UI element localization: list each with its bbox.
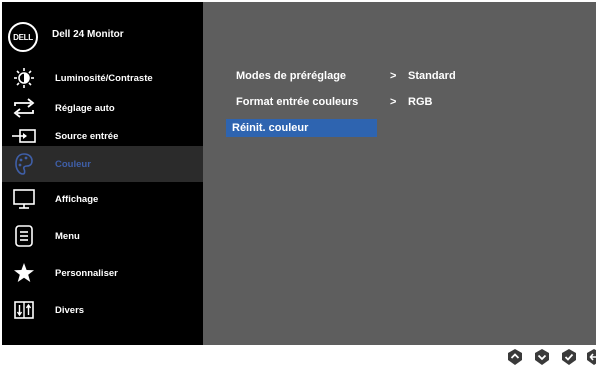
back-button-icon[interactable] xyxy=(586,348,596,366)
logo-text: DELL xyxy=(13,32,33,42)
submenu-panel: Modes de préréglage > Standard Format en… xyxy=(203,2,596,345)
submenu-arrow: > xyxy=(390,96,397,108)
star-icon xyxy=(11,260,37,286)
display-icon xyxy=(11,186,37,212)
submenu-arrow: > xyxy=(390,70,397,82)
menu-item-menu[interactable]: Menu xyxy=(2,218,203,254)
osd-header: DELL Dell 24 Monitor xyxy=(2,2,203,58)
submenu-item-value: RGB xyxy=(408,96,433,108)
sidebar: DELL Dell 24 Monitor Luminosité/Contrast… xyxy=(2,2,203,345)
menu-item-color[interactable]: Couleur xyxy=(2,146,203,182)
monitor-control-buttons xyxy=(0,348,596,366)
submenu-item-label: Modes de préréglage xyxy=(236,70,347,82)
menu-item-personalize[interactable]: Personnaliser xyxy=(2,255,203,291)
menu-item-label: Source entrée xyxy=(55,130,119,142)
color-palette-icon xyxy=(11,151,37,177)
brightness-icon xyxy=(11,65,37,91)
submenu-item-reset-color[interactable]: Réinit. couleur xyxy=(226,119,377,137)
submenu-item-label: Format entrée couleurs xyxy=(236,96,359,108)
menu-item-label: Affichage xyxy=(55,193,99,205)
ok-button-icon[interactable] xyxy=(561,348,577,366)
menu-item-label: Menu xyxy=(55,230,80,242)
submenu-item-label: Réinit. couleur xyxy=(232,122,309,134)
menu-item-others[interactable]: Divers xyxy=(2,292,203,328)
menu-item-label: Personnaliser xyxy=(55,267,118,279)
menu-item-label: Luminosité/Contraste xyxy=(55,72,153,84)
others-icon xyxy=(11,297,37,323)
osd-window: DELL Dell 24 Monitor Luminosité/Contrast… xyxy=(2,2,596,345)
up-button-icon[interactable] xyxy=(507,348,523,366)
menu-item-label: Couleur xyxy=(55,158,91,170)
menu-item-display[interactable]: Affichage xyxy=(2,181,203,217)
menu-item-label: Réglage auto xyxy=(55,102,115,114)
menu-item-label: Divers xyxy=(55,304,85,316)
monitor-model: Dell 24 Monitor xyxy=(52,29,124,40)
menu-icon xyxy=(11,223,37,249)
dell-logo-icon: DELL xyxy=(8,22,38,52)
down-button-icon[interactable] xyxy=(534,348,550,366)
submenu-item-value: Standard xyxy=(408,70,456,82)
